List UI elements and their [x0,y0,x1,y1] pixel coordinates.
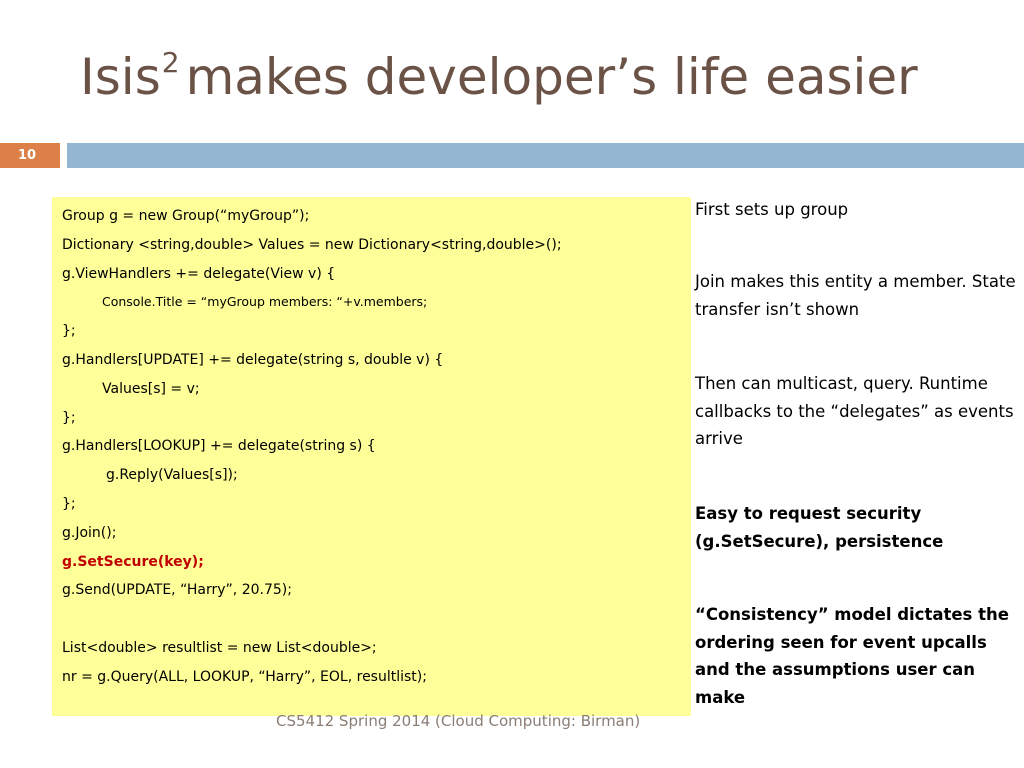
code-line: g.Handlers[LOOKUP] += delegate(string s)… [62,438,376,455]
code-line-highlighted: g.SetSecure(key); [62,553,204,570]
code-line: Group g = new Group(“myGroup”); [62,208,310,224]
code-line: g.ViewHandlers += delegate(View v) { [62,265,336,282]
slide-title: Isis2 makes developer’s life easier [80,46,918,106]
code-line: Values[s] = v; [102,380,200,397]
code-line: Dictionary <string,double> Values = new … [62,236,562,253]
code-line: g.Join(); [62,524,117,541]
title-rest: makes developer’s life easier [185,48,918,106]
note-group-setup: First sets up group [695,200,849,219]
note-join: Join makes this entity a member. State t… [695,272,1016,319]
title-divider-bar [67,143,1024,168]
slide-number: 10 [0,143,60,168]
slide-footer: CS5412 Spring 2014 (Cloud Computing: Bir… [276,712,641,730]
code-line: nr = g.Query(ALL, LOOKUP, “Harry”, EOL, … [62,668,427,685]
title-superscript: 2 [161,46,180,79]
code-line: g.Handlers[UPDATE] += delegate(string s,… [62,351,444,368]
code-line: }; [62,495,76,512]
title-main: Isis [80,48,161,106]
note-multicast: Then can multicast, query. Runtime callb… [695,374,1014,448]
code-line: g.Reply(Values[s]); [106,467,238,484]
code-line: }; [62,323,76,340]
note-security: Easy to request security (g.SetSecure), … [695,504,944,551]
code-line: List<double> resultlist = new List<doubl… [62,639,377,656]
code-line: Console.Title = “myGroup members: “+v.me… [102,294,428,310]
code-line: g.Send(UPDATE, “Harry”, 20.75); [62,582,292,599]
note-consistency: “Consistency” model dictates the orderin… [695,605,1009,707]
code-line: }; [62,409,76,426]
code-block: Group g = new Group(“myGroup”); Dictiona… [52,197,691,716]
